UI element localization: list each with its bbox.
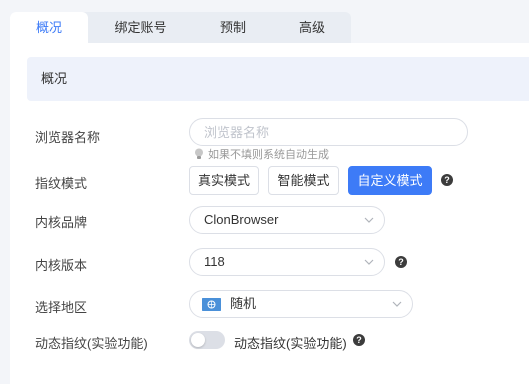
question-circle-icon[interactable]: ? — [395, 256, 407, 268]
chevron-down-icon — [364, 259, 374, 265]
tab-advanced[interactable]: 高级 — [273, 12, 351, 43]
kernel-brand-value: ClonBrowser — [204, 212, 279, 227]
browser-name-hint-text: 如果不填则系统自动生成 — [208, 149, 329, 161]
un-flag-icon — [202, 298, 221, 311]
region-label: 选择地区 — [35, 300, 88, 315]
kernel-version-value: 118 — [204, 254, 225, 269]
dynamic-fingerprint-label: 动态指纹(实验功能) — [35, 336, 148, 351]
dynamic-fingerprint-toggle-label: 动态指纹(实验功能) — [234, 336, 347, 351]
smart-mode-button[interactable]: 智能模式 — [268, 166, 339, 195]
browser-name-label: 浏览器名称 — [35, 130, 101, 145]
tab-overview[interactable]: 概况 — [10, 12, 88, 43]
fingerprint-mode-label: 指纹模式 — [35, 176, 88, 191]
custom-mode-button[interactable]: 自定义模式 — [348, 166, 432, 195]
browser-name-input[interactable] — [204, 119, 467, 145]
section-title: 概况 — [27, 57, 529, 101]
dynamic-fingerprint-toggle[interactable] — [189, 331, 225, 349]
tab-bar: 概况 绑定账号 预制 高级 — [10, 12, 351, 43]
real-mode-button[interactable]: 真实模式 — [189, 166, 259, 195]
toggle-knob — [191, 333, 205, 347]
kernel-brand-select[interactable]: ClonBrowser — [189, 206, 385, 234]
lightbulb-icon — [195, 148, 203, 159]
kernel-version-label: 内核版本 — [35, 258, 88, 273]
question-circle-icon[interactable]: ? — [353, 334, 365, 346]
tab-preset[interactable]: 预制 — [193, 12, 273, 43]
browser-name-hint: 如果不填则系统自动生成 — [194, 146, 329, 162]
settings-panel: 概况 浏览器名称 如果不填则系统自动生成 指纹模式 真实模式 智能模式 自定义模… — [10, 43, 529, 384]
kernel-version-select[interactable]: 118 — [189, 248, 385, 276]
browser-name-field[interactable] — [189, 118, 468, 146]
region-select[interactable]: 随机 — [189, 290, 413, 318]
tab-bind-account[interactable]: 绑定账号 — [88, 12, 193, 43]
chevron-down-icon — [364, 217, 374, 223]
chevron-down-icon — [392, 301, 402, 307]
kernel-brand-label: 内核品牌 — [35, 215, 88, 230]
question-circle-icon[interactable]: ? — [441, 174, 453, 186]
region-value: 随机 — [230, 296, 257, 311]
